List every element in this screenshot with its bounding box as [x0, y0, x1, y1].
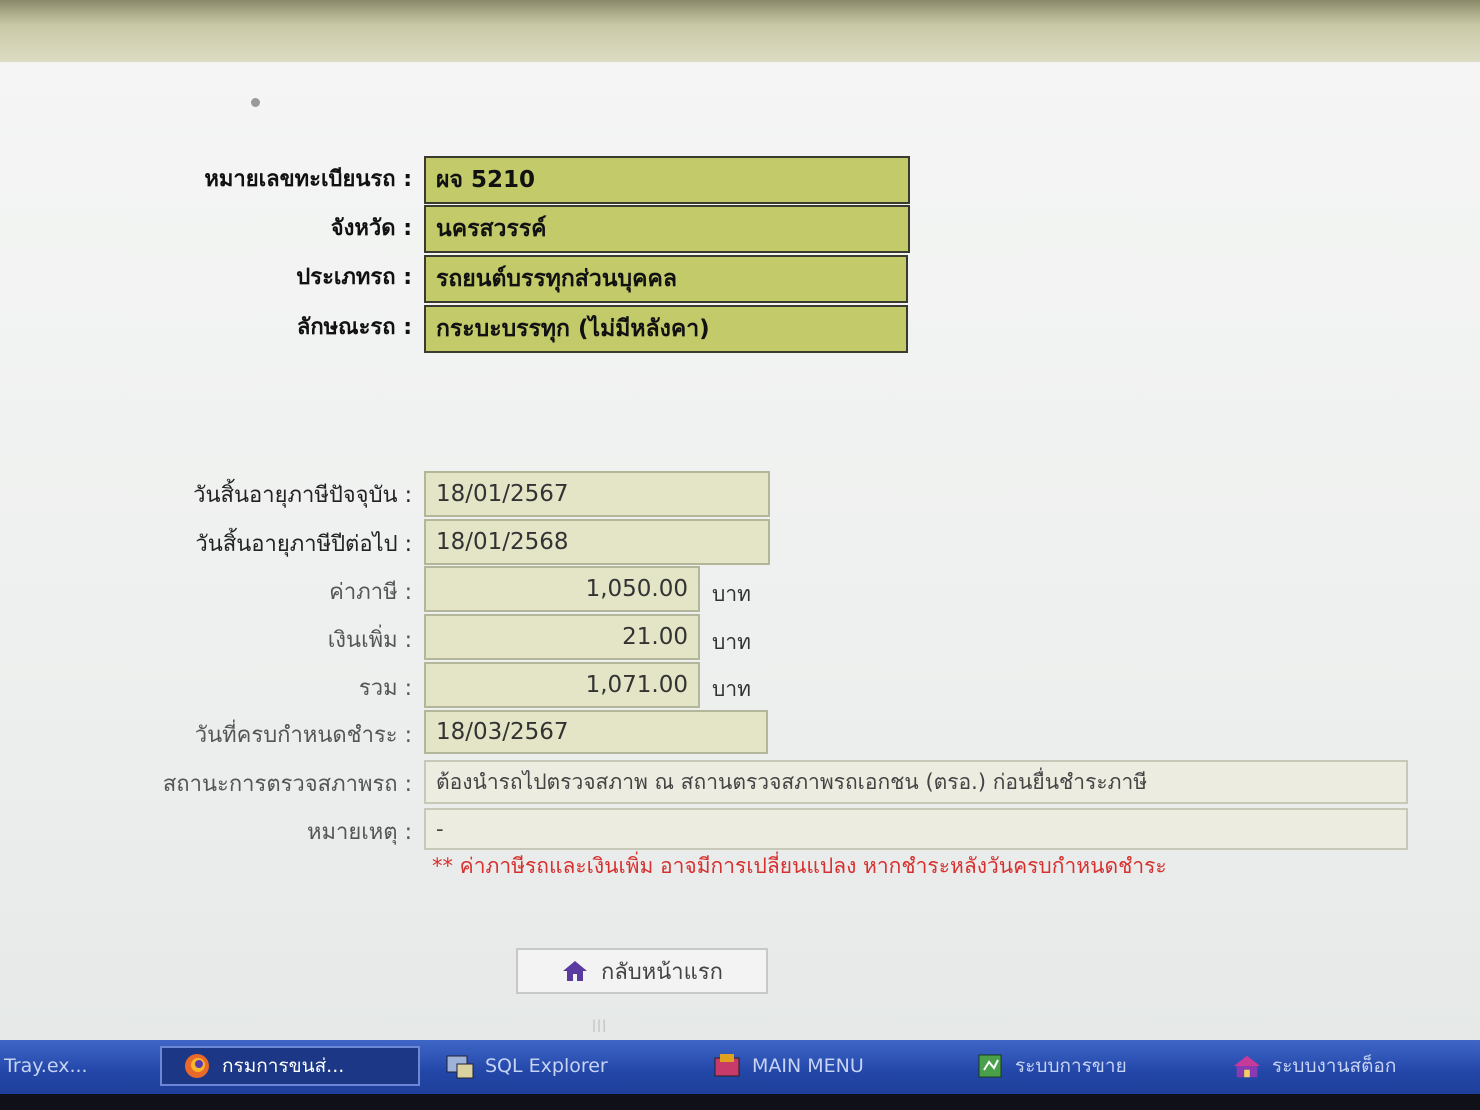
remark-label: หมายเหตุ : [307, 820, 412, 845]
current-expiry-field: 18/01/2567 [424, 471, 770, 517]
vehicle-style-field: กระบะบรรทุก (ไม่มีหลังคา) [424, 305, 908, 353]
bullet-dot [251, 98, 260, 107]
taskbar-item-label: Tray.ex... [4, 1055, 88, 1077]
surcharge-unit: บาท [712, 630, 751, 654]
taskbar-item-sales-system[interactable]: ระบบการขาย [975, 1046, 1195, 1086]
fee-change-warning: ** ค่าภาษีรถและเงินเพิ่ม อาจมีการเปลี่ยน… [432, 854, 1167, 878]
taskbar-item-browser[interactable]: กรมการขนส่... [160, 1046, 420, 1086]
home-icon [561, 959, 589, 983]
stock-system-icon [1232, 1051, 1262, 1081]
firefox-icon [182, 1051, 212, 1081]
screen-bezel [0, 1094, 1480, 1110]
surcharge-label: เงินเพิ่ม : [327, 628, 412, 653]
taskbar-item-tray[interactable]: Tray.ex... [0, 1046, 150, 1086]
plate-label: หมายเลขทะเบียนรถ : [204, 167, 412, 192]
tax-fee-unit: บาท [712, 582, 751, 606]
province-label: จังหวัด : [330, 216, 412, 241]
taskbar-item-label: ระบบการขาย [1015, 1055, 1127, 1077]
taskbar-item-label: MAIN MENU [752, 1055, 864, 1077]
browser-top-bar [0, 0, 1480, 62]
due-date-field: 18/03/2567 [424, 710, 768, 754]
taskbar-item-stock-system[interactable]: ระบบงานสต็อก [1232, 1046, 1472, 1086]
surcharge-field: 21.00 [424, 614, 700, 660]
plate-field: ผจ 5210 [424, 156, 910, 204]
vehicle-style-label: ลักษณะรถ : [296, 315, 412, 340]
vehicle-type-field: รถยนต์บรรทุกส่วนบุคคล [424, 255, 908, 303]
taskbar-item-label: ระบบงานสต็อก [1272, 1055, 1397, 1077]
next-expiry-field: 18/01/2568 [424, 519, 770, 565]
taskbar-item-main-menu[interactable]: MAIN MENU [712, 1046, 942, 1086]
tax-fee-label: ค่าภาษี : [329, 580, 412, 605]
home-button[interactable]: กลับหน้าแรก [516, 948, 768, 994]
home-button-label: กลับหน้าแรก [601, 959, 723, 985]
sql-explorer-icon [445, 1051, 475, 1081]
tax-fee-field: 1,050.00 [424, 566, 700, 612]
total-field: 1,071.00 [424, 662, 700, 708]
sales-system-icon [975, 1051, 1005, 1081]
vehicle-type-label: ประเภทรถ : [296, 265, 412, 290]
province-field: นครสวรรค์ [424, 205, 910, 253]
taskbar-item-label: กรมการขนส่... [222, 1055, 345, 1077]
inspection-status-field: ต้องนำรถไปตรวจสภาพ ณ สถานตรวจสภาพรถเอกชน… [424, 760, 1408, 804]
next-expiry-label: วันสิ้นอายุภาษีปีต่อไป : [195, 532, 412, 557]
total-unit: บาท [712, 677, 751, 701]
total-label: รวม : [358, 676, 412, 701]
remark-field: - [424, 808, 1408, 850]
inspection-status-label: สถานะการตรวจสภาพรถ : [162, 772, 412, 797]
taskbar-item-sql-explorer[interactable]: SQL Explorer [445, 1046, 665, 1086]
due-date-label: วันที่ครบกำหนดชำระ : [194, 723, 412, 748]
taskbar-item-label: SQL Explorer [485, 1055, 608, 1077]
main-menu-icon [712, 1051, 742, 1081]
resize-grip[interactable]: ||| [592, 1018, 607, 1032]
current-expiry-label: วันสิ้นอายุภาษีปัจจุบัน : [193, 483, 412, 508]
